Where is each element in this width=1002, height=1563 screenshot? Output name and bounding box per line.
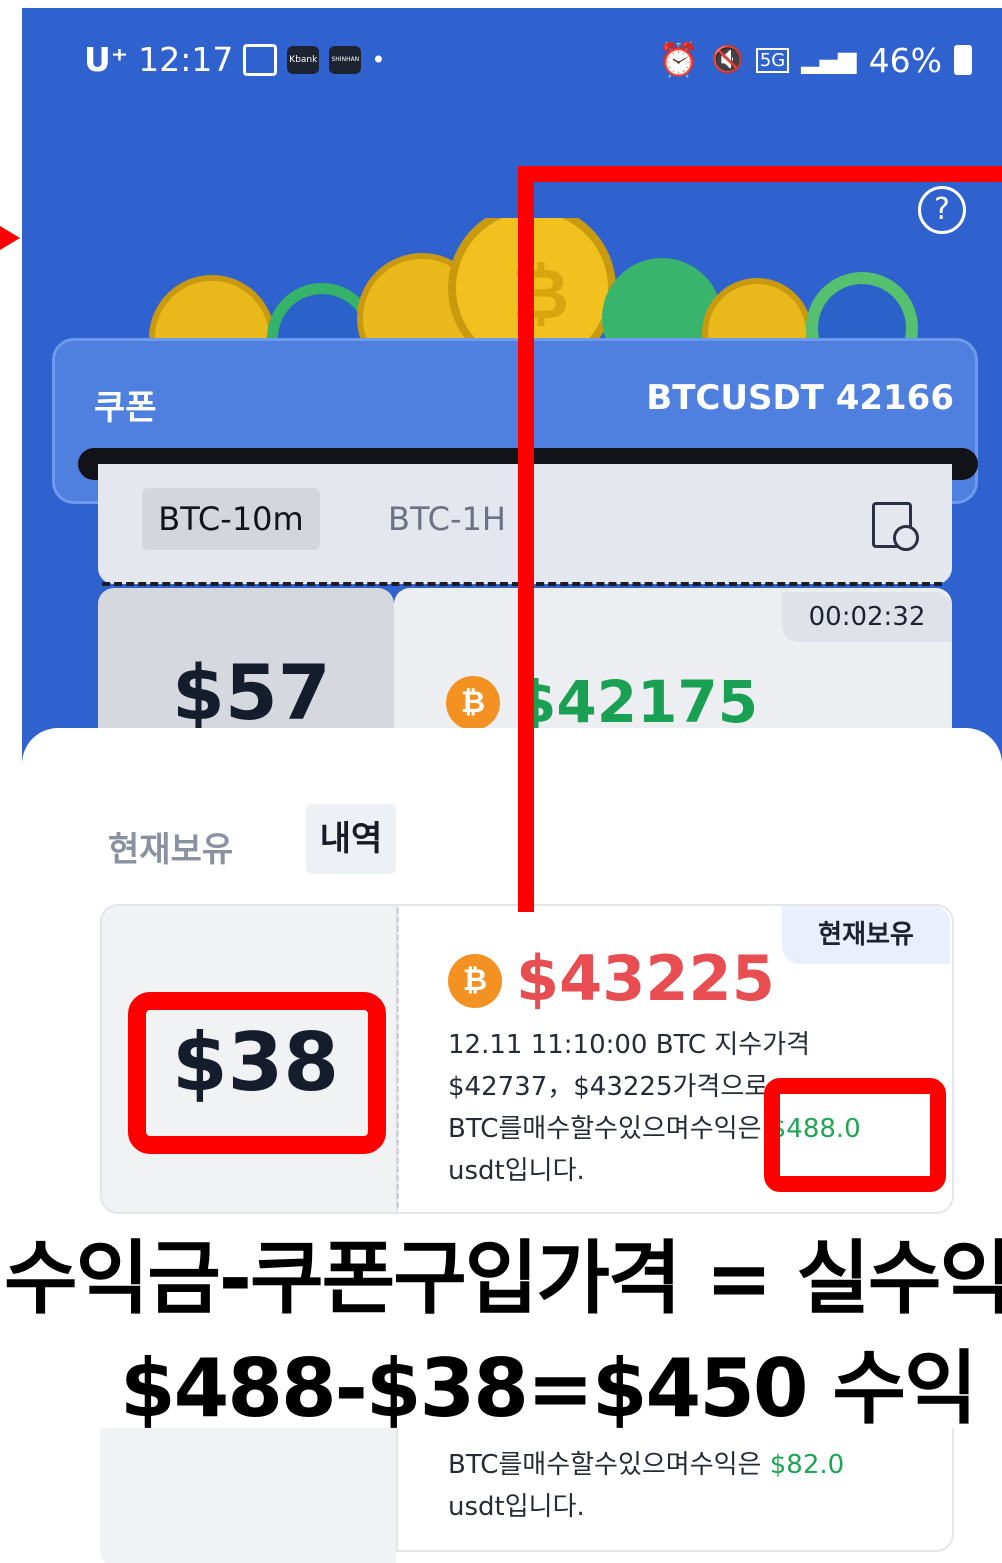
clock: 12:17 (138, 40, 234, 79)
coupon-price: $57 (172, 648, 331, 737)
help-button[interactable]: ? (918, 186, 966, 234)
bitcoin-icon: ₿ (448, 954, 502, 1008)
network-type: 5G (755, 47, 790, 73)
status-badge: 현재보유 (782, 906, 950, 964)
coins-illustration: ₿ (149, 218, 918, 358)
battery-percent: 46% (868, 40, 942, 80)
red-arrow-pointer (0, 226, 20, 250)
battery-icon (954, 45, 972, 75)
held-btc-price: $43225 (516, 942, 775, 1015)
countdown-timer: 00:02:32 (782, 592, 952, 642)
mute-icon: 🔇 (711, 45, 744, 75)
gallery-icon (243, 43, 278, 76)
tab-btc-1h[interactable]: BTC-1H (388, 488, 506, 550)
desc2-line-2: usdt입니다. (448, 1492, 585, 1522)
second-coupon-description: BTC를매수할수있으며수익은 $82.0 usdt입니다. (448, 1444, 918, 1528)
annotation-caption-result: $488-$38=$450 수익 (120, 1342, 978, 1435)
bitcoin-icon: ₿ (446, 676, 500, 730)
card-divider (396, 908, 399, 1208)
annotation-line-horizontal (518, 166, 1002, 182)
signal-icon: ▂▄▆ (801, 46, 857, 74)
alarm-icon: ⏰ (658, 40, 700, 79)
profit-amount-2: $82.0 (769, 1450, 845, 1480)
desc-line-1: 12.11 11:10:00 BTC 지수가격 (448, 1030, 811, 1060)
carrier-label: U⁺ (84, 40, 129, 79)
desc-line-3-text: BTC를매수할수있으며수익 (448, 1114, 738, 1144)
second-coupon-price-card (100, 1428, 396, 1563)
coupon-title: 쿠폰 (94, 388, 157, 428)
tab-btc-10m[interactable]: BTC-10m (142, 488, 320, 550)
desc2-line-1: BTC를매수할수있으며수익은 $82.0 (448, 1444, 918, 1486)
tab-current-holdings[interactable]: 현재보유 (108, 822, 233, 871)
ticker-price: BTCUSDT 42166 (646, 378, 954, 418)
kbank-app-icon: Kbank (287, 45, 320, 74)
annotation-box-price (128, 992, 386, 1154)
more-notifications-icon: • (371, 45, 386, 74)
annotation-box-profit (764, 1078, 946, 1192)
status-bar: U⁺ 12:17 Kbank SHINHAN • ⏰ 🔇 5G ▂▄▆ 46% (22, 36, 1002, 86)
desc2-line-1-text: BTC를매수할수있으며수익은 (448, 1450, 770, 1480)
btc-target-price: $42175 (516, 668, 759, 736)
annotation-line-vertical (518, 166, 534, 912)
shinhan-app-icon: SHINHAN (329, 45, 362, 74)
history-icon[interactable] (872, 502, 919, 551)
annotation-caption-formula: 수익금-쿠폰구입가격 = 실수익 (4, 1232, 1002, 1325)
tab-history[interactable]: 내역 (306, 804, 396, 874)
